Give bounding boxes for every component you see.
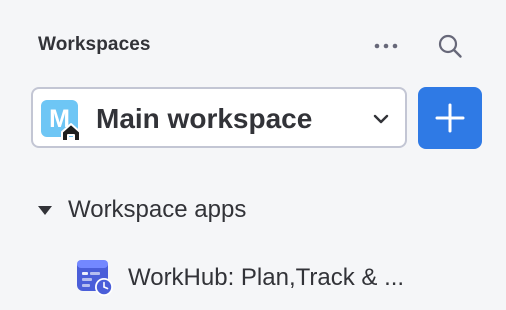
caret-down-icon (38, 206, 52, 215)
workspace-app-item[interactable]: WorkHub: Plan,Track & ... (76, 256, 476, 296)
plus-icon (435, 103, 465, 133)
search-icon (438, 34, 462, 58)
search-button[interactable] (434, 30, 466, 62)
app-item-label: WorkHub: Plan,Track & ... (128, 264, 405, 291)
workspace-name: Main workspace (96, 103, 313, 134)
app-icon-calendar-clock (77, 260, 113, 296)
more-options-button[interactable] (370, 30, 402, 62)
panel-title: Workspaces (38, 34, 151, 55)
section-label: Workspace apps (68, 196, 247, 223)
add-workspace-button[interactable] (418, 87, 482, 149)
more-horizontal-icon (374, 43, 398, 49)
workspaces-panel: Workspaces M Main workspace Workspace ap… (0, 0, 506, 310)
chevron-down-icon (373, 114, 389, 124)
workspace-apps-toggle[interactable]: Workspace apps (36, 194, 356, 226)
workspaces-header: Workspaces (38, 30, 468, 64)
home-icon (61, 123, 81, 142)
workspace-selector[interactable]: M Main workspace (31, 87, 407, 148)
